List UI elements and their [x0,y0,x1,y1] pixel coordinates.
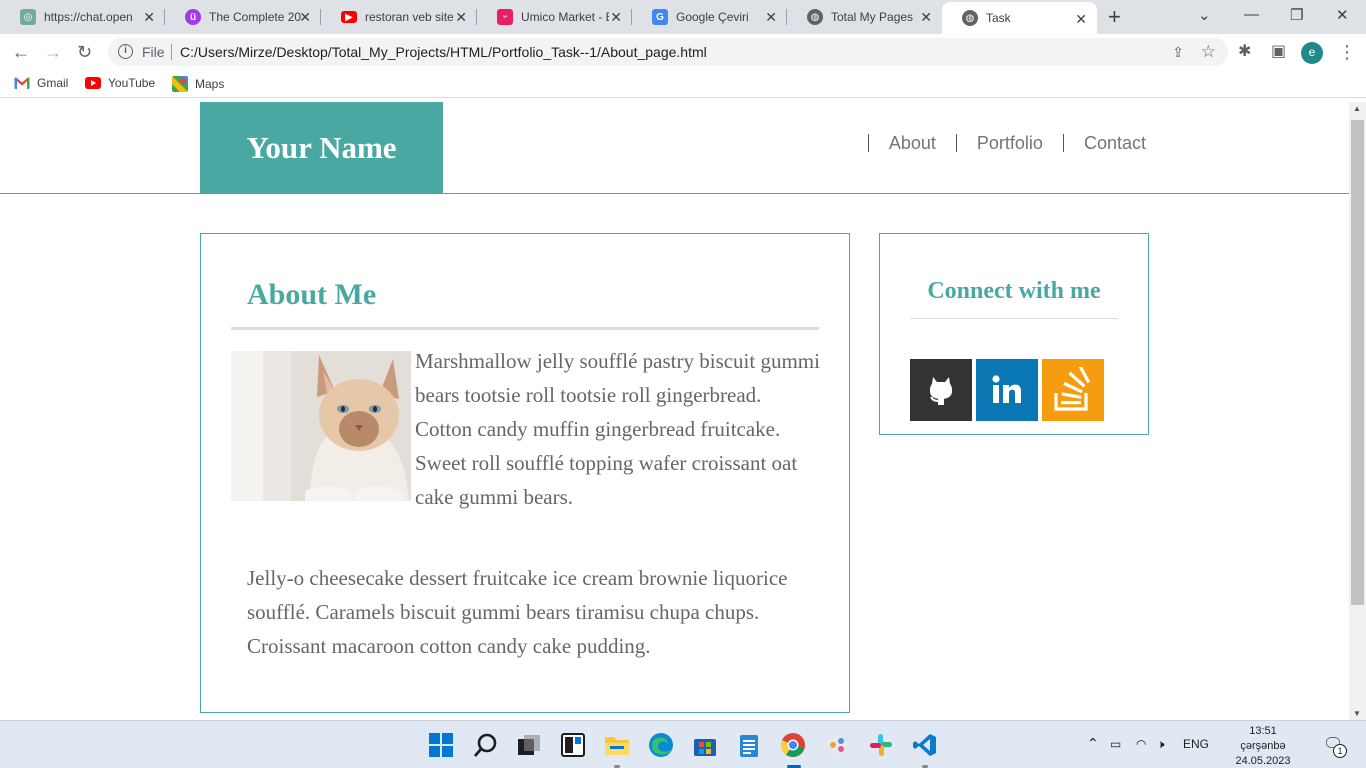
tab-strip: ◎ https://chat.open ✕ ü The Complete 20 … [0,0,1366,34]
openai-icon: ◎ [20,9,36,25]
info-icon[interactable]: i [118,44,133,59]
vscode-icon[interactable] [912,732,938,758]
github-icon [930,377,952,405]
about-paragraph-2: Jelly-o cheesecake dessert fruitcake ice… [247,566,788,658]
gmail-icon [14,77,30,89]
bookmarks-bar: Gmail YouTube Maps [0,70,1366,98]
tab-chatgpt[interactable]: ◎ https://chat.open ✕ [0,0,165,34]
back-icon[interactable]: ← [12,42,30,62]
chrome-icon[interactable] [780,732,806,758]
battery-icon[interactable]: ▭ [1110,737,1121,751]
linkedin-icon [992,375,1021,403]
close-icon[interactable]: ✕ [455,10,467,24]
divider [910,318,1118,319]
reload-icon[interactable]: ↻ [77,42,92,62]
github-link[interactable] [910,359,972,421]
main-nav: About Portfolio Contact [867,132,1166,152]
address-bar[interactable]: i File C:/Users/Mirze/Desktop/Total_My_P… [108,38,1228,66]
scroll-down-icon[interactable]: ▼ [1353,709,1361,718]
new-tab-button[interactable]: + [1108,6,1121,28]
scroll-thumb[interactable] [1351,120,1364,605]
bookmark-label: YouTube [108,76,156,90]
restore-button[interactable]: ❐ [1290,6,1303,24]
notification-badge: 1 [1333,744,1347,758]
volume-muted-icon[interactable]: 🕨 [1157,737,1165,752]
profile-avatar[interactable]: e [1301,42,1323,64]
task-view-icon[interactable] [516,732,542,758]
menu-icon[interactable]: ⋮ [1338,42,1356,62]
store-icon[interactable] [692,732,718,758]
browser-toolbar: ← → ↻ i File C:/Users/Mirze/Desktop/Tota… [0,34,1366,70]
scrollbar[interactable]: ▲ ▼ [1349,102,1366,720]
youtube-icon [85,77,101,89]
about-card: About Me Marshmallow jelly soufflé pastr… [200,233,850,713]
nav-portfolio[interactable]: Portfolio [955,134,1063,152]
connect-card: Connect with me [879,233,1149,435]
stackoverflow-icon [1054,367,1091,411]
nav-contact[interactable]: Contact [1062,134,1166,152]
tab-youtube[interactable]: ▶ restoran veb site ✕ [321,0,477,34]
tab-total-my-pages[interactable]: ◍ Total My Pages ✕ [787,0,942,34]
umico-icon: ᵕ [497,9,513,25]
start-icon[interactable] [428,732,454,758]
share-icon[interactable]: ⇪ [1172,44,1184,61]
linkedin-link[interactable] [976,359,1038,421]
clock[interactable]: 13:51 çərşənbə 24.05.2023 [1228,724,1298,768]
scroll-up-icon[interactable]: ▲ [1353,104,1361,113]
widgets-icon[interactable] [560,732,586,758]
brand-logo[interactable]: Your Name [200,102,443,194]
slack-icon[interactable] [868,732,894,758]
tab-google-translate[interactable]: G Google Çeviri ✕ [632,0,787,34]
git-app-icon[interactable] [824,732,850,758]
wifi-icon[interactable]: ◠ [1136,737,1146,751]
tab-search-icon[interactable]: ⌄ [1198,6,1211,24]
taskbar: ⌃ ▭ ◠ 🕨 ENG 13:51 çərşənbə 24.05.2023 🗨 … [0,720,1366,768]
tab-umico[interactable]: ᵕ Umico Market - E ✕ [477,0,632,34]
bookmark-star-icon[interactable]: ☆ [1201,42,1216,62]
edge-icon[interactable] [648,732,674,758]
forward-icon[interactable]: → [44,42,62,62]
close-icon[interactable]: ✕ [920,10,932,24]
bookmark-label: Gmail [37,76,69,90]
close-icon[interactable]: ✕ [143,10,155,24]
bookmark-gmail[interactable]: Gmail [14,76,68,90]
language-indicator[interactable]: ENG [1183,737,1209,751]
nav-about[interactable]: About [867,134,956,152]
divider [231,327,819,330]
side-panel-icon[interactable]: ▣ [1271,42,1286,62]
bookmark-maps[interactable]: Maps [172,76,224,92]
close-icon[interactable]: ✕ [1075,12,1087,26]
file-label: File [142,44,165,60]
google-translate-icon: G [652,9,668,25]
about-paragraph-1: Marshmallow jelly soufflé pastry biscuit… [415,349,820,509]
search-icon[interactable] [473,732,499,758]
globe-icon: ◍ [807,9,823,25]
extensions-icon[interactable]: ✱ [1238,42,1251,62]
connect-title: Connect with me [927,278,1101,304]
url-text[interactable]: C:/Users/Mirze/Desktop/Total_My_Projects… [180,44,707,60]
bookmark-youtube[interactable]: YouTube [85,76,155,90]
chevron-up-icon[interactable]: ⌃ [1087,735,1099,752]
tab-task[interactable]: ◍ Task ✕ [942,2,1097,34]
globe-icon: ◍ [962,10,978,26]
close-icon[interactable]: ✕ [765,10,777,24]
minimize-button[interactable]: — [1244,6,1259,23]
tab-label: Umico Market - E [521,10,609,24]
close-icon[interactable]: ✕ [299,10,311,24]
udemy-icon: ü [185,9,201,25]
about-title: About Me [247,278,377,311]
youtube-icon: ▶ [341,11,357,23]
maps-icon [172,76,188,92]
stackoverflow-link[interactable] [1042,359,1104,421]
close-window-button[interactable]: ✕ [1336,6,1349,24]
tab-label: https://chat.open [44,10,133,24]
notepad-icon[interactable] [736,732,762,758]
file-explorer-icon[interactable] [604,732,630,758]
bookmark-label: Maps [195,77,225,91]
tab-udemy[interactable]: ü The Complete 20 ✕ [165,0,321,34]
close-icon[interactable]: ✕ [610,10,622,24]
site-header: Your Name About Portfolio Contact [0,102,1349,194]
page-viewport: Your Name About Portfolio Contact About … [0,102,1349,720]
